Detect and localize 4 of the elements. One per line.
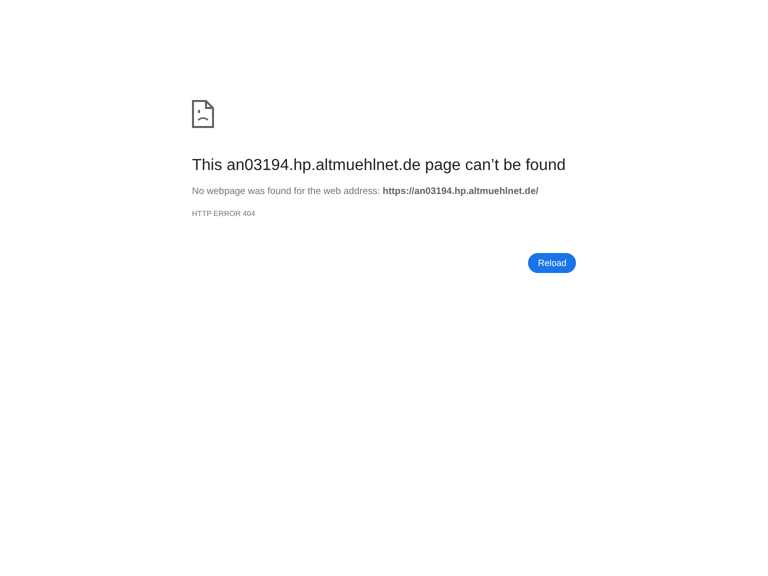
reload-button[interactable]: Reload	[528, 253, 576, 273]
sad-page-icon	[192, 100, 214, 128]
error-message: No webpage was found for the web address: https://an03194.hp.altmuehlnet.de/	[192, 186, 540, 197]
error-heading: This an03194.hp.altmuehlnet.de page can’t be found	[192, 157, 567, 175]
